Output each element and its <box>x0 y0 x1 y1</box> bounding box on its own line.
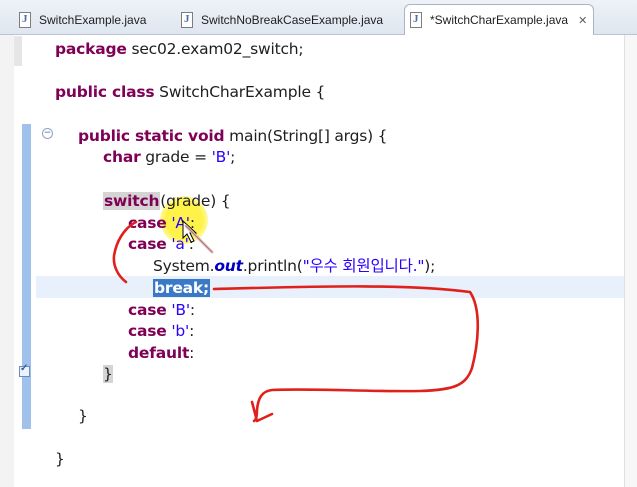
mouse-pointer-icon <box>182 219 214 254</box>
annotation-overlay <box>112 219 480 423</box>
pen-annotation-arrow <box>212 285 480 423</box>
pen-annotation-bracket <box>112 220 138 284</box>
